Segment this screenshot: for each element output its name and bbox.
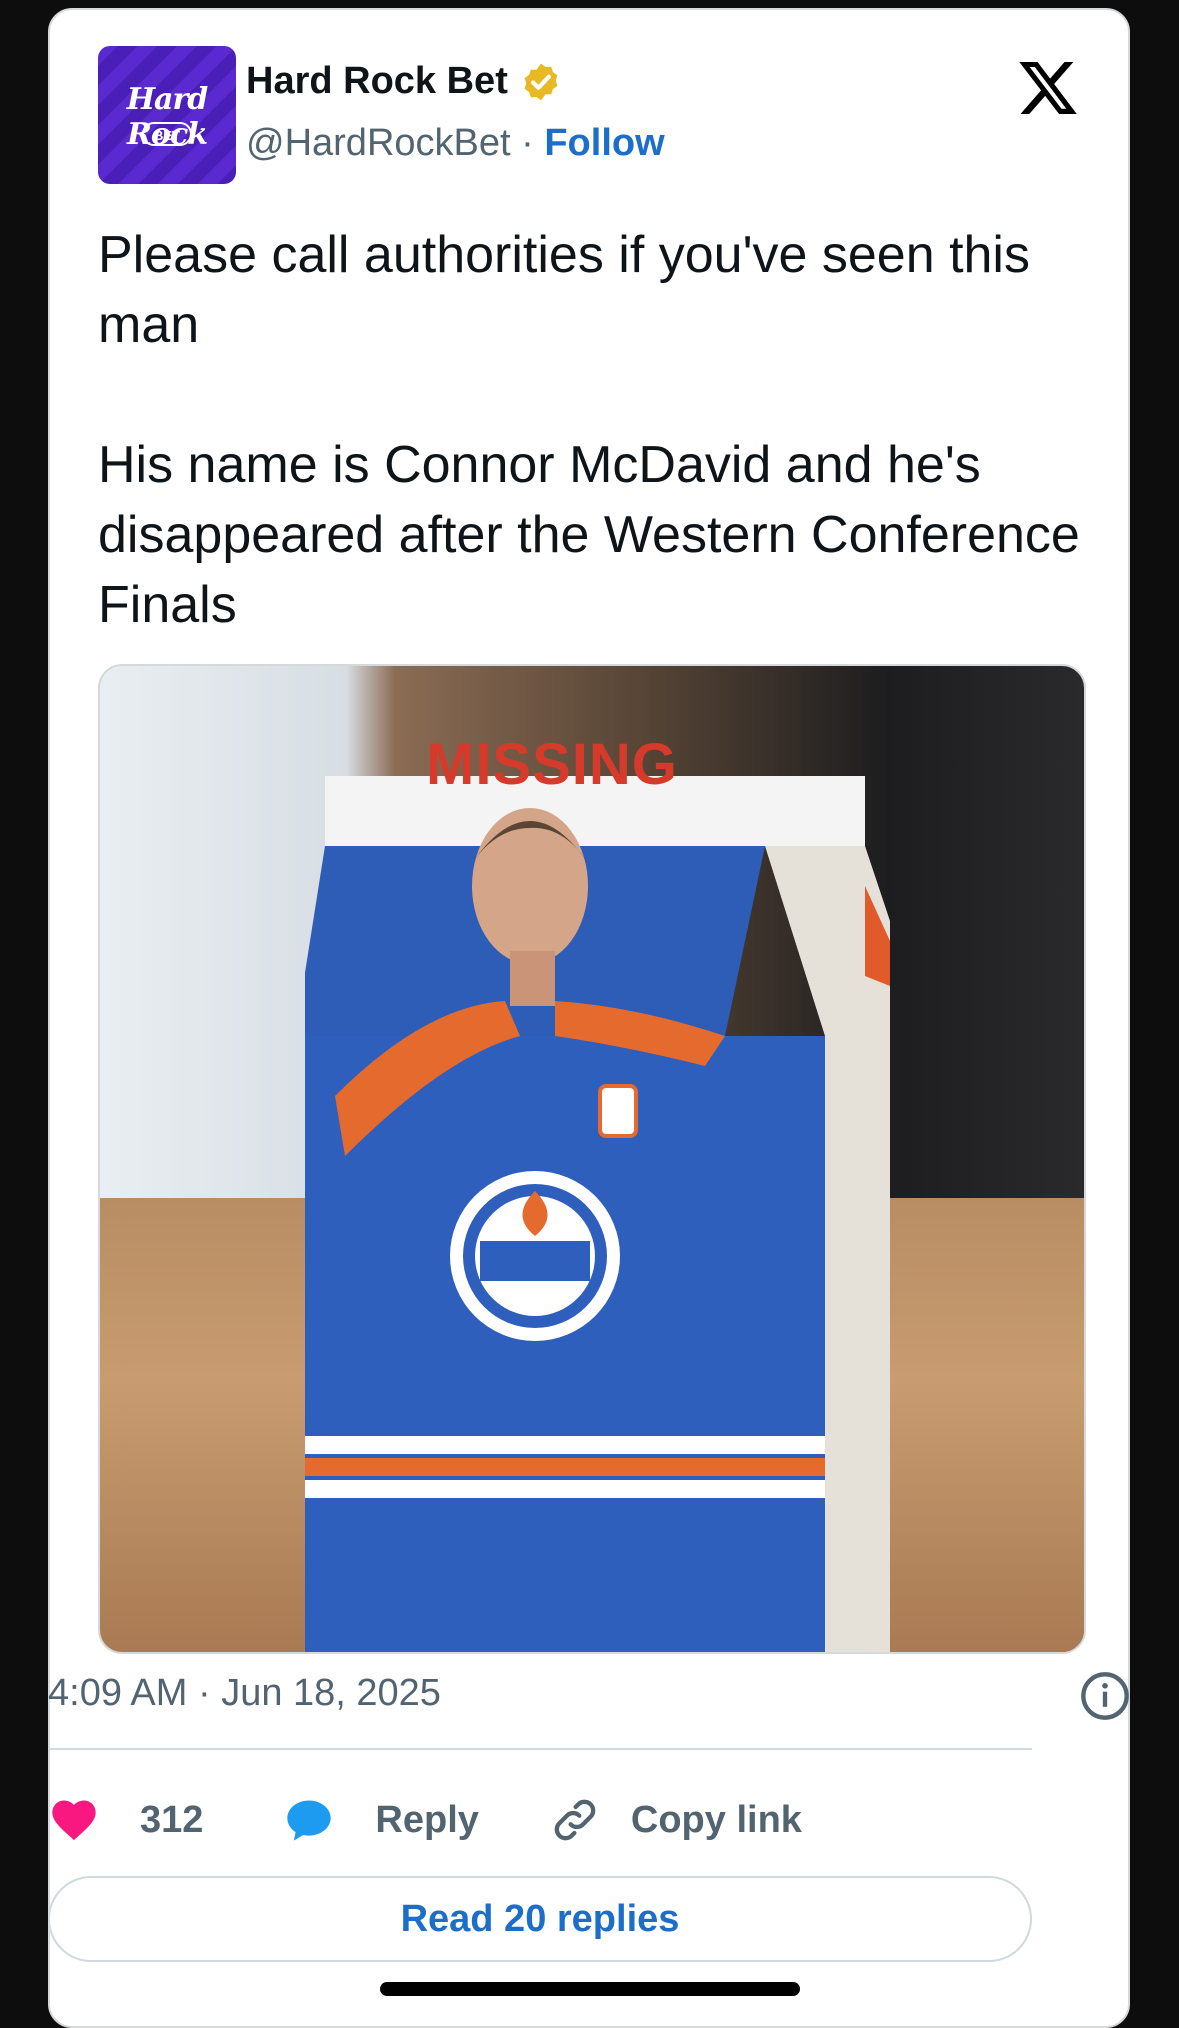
milk-carton-illustration	[305, 776, 890, 1652]
like-button[interactable]: 312	[48, 1794, 203, 1846]
tweet-text-line-2: His name is Connor McDavid and he's disa…	[98, 436, 1080, 634]
tweet-text: Please call authorities if you've seen t…	[98, 220, 1088, 640]
read-replies-button[interactable]: Read 20 replies	[48, 1876, 1032, 1962]
reply-label: Reply	[375, 1798, 479, 1841]
avatar[interactable]: Hard Rock BET	[98, 46, 236, 184]
link-icon	[554, 1799, 596, 1841]
tweet-text-line-1: Please call authorities if you've seen t…	[98, 226, 1030, 354]
account-name-row[interactable]: Hard Rock Bet	[246, 60, 562, 103]
verified-badge-icon	[524, 63, 558, 100]
home-indicator[interactable]	[380, 1982, 800, 1996]
avatar-bet-text: BET	[142, 122, 192, 146]
copy-link-button[interactable]: Copy link	[549, 1794, 802, 1846]
info-icon[interactable]	[1079, 1670, 1131, 1722]
divider	[48, 1748, 1032, 1750]
reply-bubble-icon	[287, 1800, 332, 1841]
separator-dot: ·	[521, 122, 534, 164]
heart-icon	[52, 1800, 96, 1841]
follow-link[interactable]: Follow	[544, 122, 664, 164]
account-handle[interactable]: @HardRockBet	[246, 122, 511, 164]
reply-button[interactable]: Reply	[283, 1794, 479, 1846]
action-bar: 312 Reply Copy link	[48, 1790, 802, 1850]
tweet-timestamp[interactable]: 4:09 AM · Jun 18, 2025	[48, 1672, 441, 1715]
carton-missing-text: MISSING	[426, 732, 678, 797]
account-name[interactable]: Hard Rock Bet	[246, 60, 508, 103]
tweet-card: Hard Rock BET Hard Rock Bet @HardRockBet…	[48, 8, 1130, 2028]
like-count: 312	[140, 1798, 204, 1841]
handle-row: @HardRockBet · Follow	[246, 122, 665, 165]
x-logo-icon[interactable]	[1016, 56, 1080, 120]
copy-link-label: Copy link	[630, 1798, 802, 1841]
tweet-media-image[interactable]: MISSING	[98, 664, 1086, 1654]
